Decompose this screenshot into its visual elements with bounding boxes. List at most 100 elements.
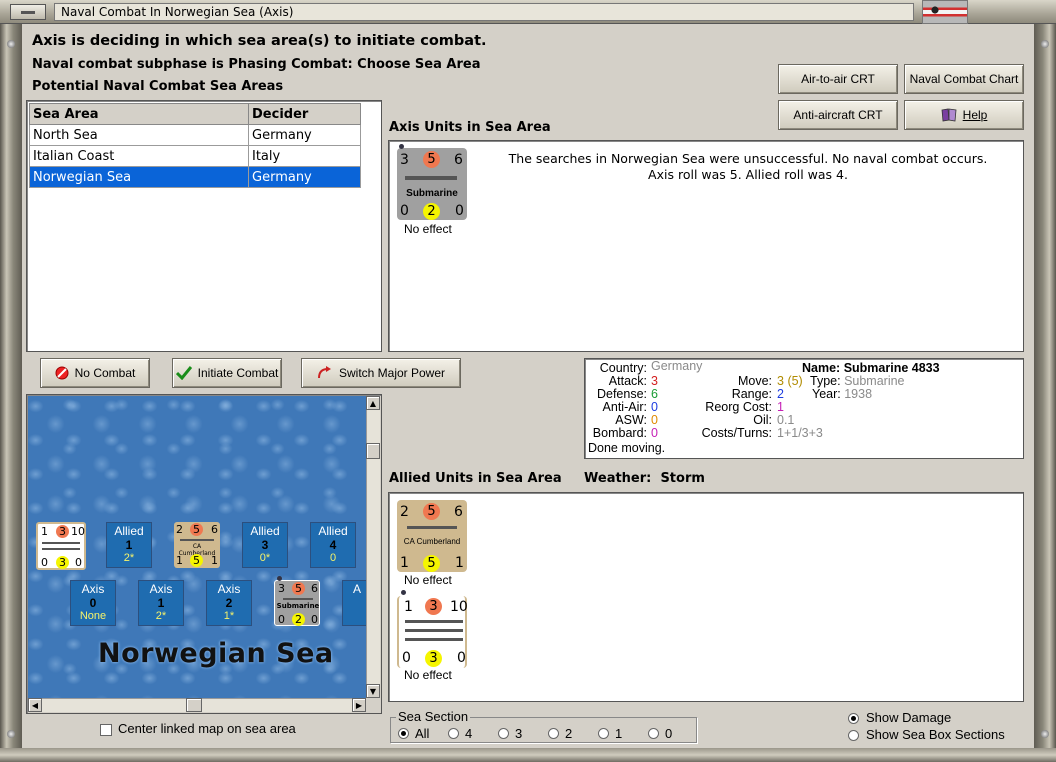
sea-section-label: Sea Section	[396, 709, 471, 724]
move-value-extra: (5)	[787, 374, 803, 388]
allied-convoy-counter[interactable]: 1 3 10 0 3 0	[397, 590, 468, 668]
range-value: 2	[777, 387, 784, 401]
initiate-combat-label: Initiate Combat	[197, 366, 279, 380]
scroll-left-icon[interactable]: ◀	[28, 698, 42, 712]
axis-box-1[interactable]: Axis 1 2*	[138, 580, 184, 626]
counter-attack: 1	[404, 599, 413, 615]
allied-cumberland-counter[interactable]: 2 5 6 CA Cumberland 1 5 1	[397, 500, 467, 572]
name-value: Submarine 4833	[843, 361, 940, 375]
sea-area-list[interactable]: Sea Area Decider North Sea Germany Itali…	[26, 100, 382, 352]
submarine-silhouette-icon	[283, 598, 313, 600]
column-header-decider[interactable]: Decider	[248, 103, 361, 125]
mini-counter-value: 3	[56, 556, 69, 569]
table-row[interactable]: North Sea Germany	[29, 124, 361, 146]
axis-box-partial[interactable]: A	[342, 580, 366, 626]
scroll-up-icon[interactable]: ▲	[366, 396, 380, 410]
allied-box-4[interactable]: Allied 4 0	[310, 522, 356, 568]
sea-area-cell: North Sea	[29, 124, 249, 146]
initiate-combat-button[interactable]: Initiate Combat	[172, 358, 282, 388]
center-map-label: Center linked map on sea area	[118, 721, 296, 736]
unit-name: Name: Submarine 4833	[802, 361, 940, 375]
allied-box-3[interactable]: Allied 3 0*	[242, 522, 288, 568]
box-label: Axis	[217, 582, 241, 596]
range-key: Range:	[731, 387, 772, 401]
switch-major-power-label: Switch Major Power	[338, 366, 446, 380]
counter-range: 10	[450, 599, 468, 615]
counter-bottom-mid: 3	[425, 650, 442, 667]
axis-box-0[interactable]: Axis 0 None	[70, 580, 116, 626]
air-to-air-crt-button[interactable]: Air-to-air CRT	[778, 64, 898, 94]
column-header-sea-area[interactable]: Sea Area	[29, 103, 249, 125]
map-vertical-scrollbar[interactable]	[366, 396, 380, 698]
vertical-scroll-thumb[interactable]	[366, 443, 380, 459]
counter-attack: 2	[400, 504, 409, 520]
mini-counter-value: 5	[190, 554, 203, 567]
mini-counter-value: 6	[211, 523, 218, 536]
reorg-cost-key: Reorg Cost:	[705, 400, 772, 414]
box-number: 3	[261, 538, 269, 552]
show-sea-box-sections-radio[interactable]	[848, 730, 859, 741]
left-frame-rail	[0, 24, 22, 762]
window-menu-icon[interactable]	[10, 4, 46, 20]
no-combat-button[interactable]: No Combat	[40, 358, 150, 388]
iron-cross-icon	[927, 2, 943, 18]
defense-key: Defense:	[596, 387, 647, 401]
mini-counter-value: 1	[176, 554, 183, 567]
move-value: 3 (5)	[777, 374, 803, 388]
map-allied-cumberland-counter[interactable]: 2 5 6 CA Cumberland 1 5 1	[174, 522, 220, 568]
naval-combat-chart-button[interactable]: Naval Combat Chart	[904, 64, 1024, 94]
phase-headline: Axis is deciding in which sea area(s) to…	[32, 33, 487, 49]
counter-bottom-right: 1	[455, 555, 464, 571]
frame-bolt-icon	[7, 40, 15, 48]
sea-section-3-radio[interactable]	[498, 728, 509, 739]
sea-section-1-radio[interactable]	[598, 728, 609, 739]
counter-bottom-right: 0	[455, 203, 464, 219]
box-label: Axis	[149, 582, 173, 596]
frame-bolt-icon	[7, 730, 15, 738]
show-damage-radio[interactable]	[848, 713, 859, 724]
anti-aircraft-crt-button[interactable]: Anti-aircraft CRT	[778, 100, 898, 130]
center-map-checkbox[interactable]	[100, 724, 112, 736]
asw-key: ASW:	[615, 413, 647, 427]
combat-result-line1: The searches in Norwegian Sea were unsuc…	[508, 151, 988, 166]
scroll-right-icon[interactable]: ▶	[352, 698, 366, 712]
map-allied-convoy-counter[interactable]: 1 3 10 0 3 0	[36, 522, 86, 570]
show-damage-label: Show Damage	[866, 710, 952, 725]
map-axis-submarine-counter[interactable]: 3 5 6 Submarine 0 2 0	[274, 576, 320, 626]
country-value: Germany	[651, 359, 703, 373]
axis-box-2[interactable]: Axis 2 1*	[206, 580, 252, 626]
convoy-silhouette-icon	[42, 548, 80, 550]
sea-section-4-radio[interactable]	[448, 728, 459, 739]
switch-major-power-button[interactable]: Switch Major Power	[301, 358, 461, 388]
axis-units-label: Axis Units in Sea Area	[389, 120, 551, 135]
sea-section-2-radio[interactable]	[548, 728, 559, 739]
sea-section-0-radio[interactable]	[648, 728, 659, 739]
frame-bolt-icon	[1041, 40, 1049, 48]
table-row-selected[interactable]: Norwegian Sea Germany	[29, 166, 361, 188]
horizontal-scroll-thumb[interactable]	[186, 698, 202, 712]
unit-marker-icon	[399, 144, 404, 149]
help-button[interactable]: Help	[904, 100, 1024, 130]
sea-section-all-radio[interactable]	[398, 728, 409, 739]
allied-box-1[interactable]: Allied 1 2*	[106, 522, 152, 568]
axis-submarine-counter[interactable]: 3 5 6 Submarine 0 2 0	[397, 144, 467, 220]
box-number: 4	[329, 538, 337, 552]
scroll-down-icon[interactable]: ▼	[366, 684, 380, 698]
box-sub: 0*	[259, 552, 271, 564]
sea-section-option-label: 2	[565, 726, 573, 741]
unit-status: Done moving.	[588, 441, 666, 455]
allied-convoy-effect: No effect	[404, 668, 452, 682]
counter-bottom-mid: 2	[423, 203, 440, 220]
allied-unit-effect: No effect	[404, 573, 452, 587]
counter-attack: 3	[400, 152, 409, 168]
counter-range: 6	[454, 504, 463, 520]
box-sub: 2*	[123, 552, 135, 564]
asw-value: 0	[651, 413, 658, 427]
table-row[interactable]: Italian Coast Italy	[29, 145, 361, 167]
counter-bottom-left: 0	[402, 650, 411, 666]
name-key: Name:	[802, 361, 841, 375]
counter-bottom-right: 0	[457, 650, 466, 666]
costs-turns-value: 1+1/3+3	[777, 426, 823, 440]
reorg-cost-value: 1	[777, 400, 784, 414]
air-to-air-crt-label: Air-to-air CRT	[801, 72, 875, 86]
